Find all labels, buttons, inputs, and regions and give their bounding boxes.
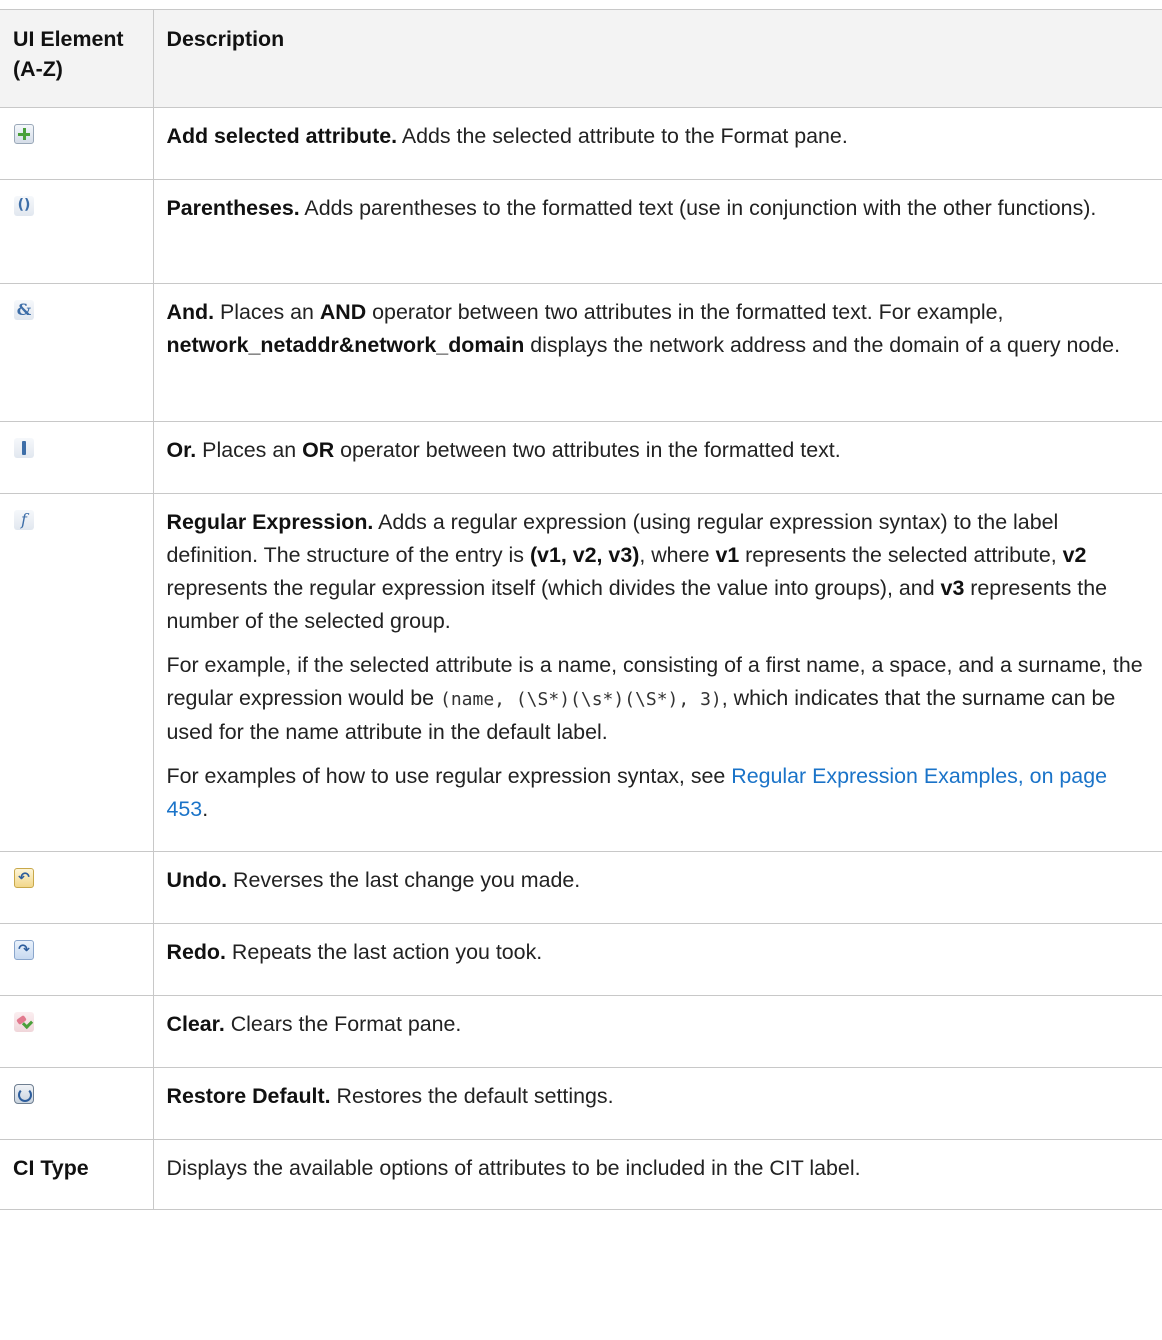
icon-cell	[0, 107, 153, 180]
description-paragraph: For example, if the selected attribute i…	[167, 649, 1155, 749]
text-span: represents the regular expression itself…	[166, 576, 941, 600]
description-cell: Undo. Reverses the last change you made.	[152, 851, 1162, 924]
description-text: Clear. Clears the Format pane.	[167, 1008, 1155, 1041]
row-title: Clear.	[166, 1012, 225, 1036]
icon-cell	[0, 421, 153, 494]
description-paragraph: For examples of how to use regular expre…	[167, 760, 1155, 826]
table-row: ↷ Redo. Repeats the last action you took…	[0, 923, 1162, 996]
table-row: ↶ Undo. Reverses the last change you mad…	[0, 851, 1162, 924]
clear-icon	[14, 1012, 34, 1032]
icon-cell	[0, 1067, 153, 1140]
description-text: Or. Places an OR operator between two at…	[167, 434, 1155, 467]
row-title: Restore Default.	[166, 1084, 331, 1108]
row-title: Parentheses.	[166, 196, 300, 220]
icon-cell	[0, 995, 153, 1068]
description-cell: Regular Expression. Adds a regular expre…	[152, 493, 1162, 852]
icon-cell: ↷	[0, 923, 153, 996]
row-text: Adds parentheses to the formatted text (…	[299, 196, 1097, 220]
header-description: Description	[152, 9, 1162, 108]
bold-span: AND	[319, 300, 367, 324]
description-cell: Displays the available options of attrib…	[152, 1139, 1162, 1210]
table-header-row: UI Element (A-Z) Description	[0, 9, 1162, 108]
or-operator-icon	[14, 438, 34, 458]
description-cell: Add selected attribute. Adds the selecte…	[152, 107, 1162, 180]
and-operator-icon: &	[14, 300, 34, 320]
bold-span: OR	[302, 438, 335, 462]
description-text: Undo. Reverses the last change you made.	[167, 864, 1155, 897]
text-span: For examples of how to use regular expre…	[166, 764, 732, 788]
text-span: operator between two attributes in the f…	[366, 300, 1004, 324]
regular-expression-icon: f	[14, 510, 34, 530]
bold-span: (v1, v2, v3)	[529, 543, 640, 567]
bold-span: network_netaddr&network_domain	[166, 333, 525, 357]
description-text: Parentheses. Adds parentheses to the for…	[167, 192, 1155, 225]
icon-cell: ↶	[0, 851, 153, 924]
description-text: Add selected attribute. Adds the selecte…	[167, 120, 1155, 153]
table-row: & And. Places an AND operator between tw…	[0, 283, 1162, 422]
description-cell: And. Places an AND operator between two …	[152, 283, 1162, 422]
description-cell: Redo. Repeats the last action you took.	[152, 923, 1162, 996]
description-text: And. Places an AND operator between two …	[167, 296, 1155, 362]
description-cell: Restore Default. Restores the default se…	[152, 1067, 1162, 1140]
row-title: Or.	[166, 438, 197, 462]
text-span: , where	[639, 543, 716, 567]
row-title: Redo.	[166, 940, 226, 964]
text-span: represents the selected attribute,	[739, 543, 1063, 567]
icon-cell: f	[0, 493, 153, 852]
bold-span: v3	[940, 576, 965, 600]
row-title: Undo.	[166, 868, 228, 892]
table-row: f Regular Expression. Adds a regular exp…	[0, 493, 1162, 852]
text-span: Places an	[196, 438, 303, 462]
add-attribute-icon	[14, 124, 34, 144]
row-title: Add selected attribute.	[166, 124, 398, 148]
description-text: Restore Default. Restores the default se…	[167, 1080, 1155, 1113]
text-span: operator between two attributes in the f…	[334, 438, 841, 462]
icon-cell: ()	[0, 179, 153, 284]
row-title: And.	[166, 300, 215, 324]
parentheses-icon: ()	[14, 196, 34, 216]
header-ui-element: UI Element (A-Z)	[0, 9, 153, 108]
icon-cell: &	[0, 283, 153, 422]
ui-element-reference-table: UI Element (A-Z) Description Add selecte…	[0, 9, 1162, 1210]
bold-span: v1	[715, 543, 740, 567]
bold-span: v2	[1062, 543, 1087, 567]
row-text: Reverses the last change you made.	[227, 868, 581, 892]
table-row: Restore Default. Restores the default se…	[0, 1067, 1162, 1140]
table-row: CI Type Displays the available options o…	[0, 1139, 1162, 1210]
description-cell: Or. Places an OR operator between two at…	[152, 421, 1162, 494]
description-text: Displays the available options of attrib…	[166, 1156, 861, 1180]
description-cell: Clear. Clears the Format pane.	[152, 995, 1162, 1068]
table-row: () Parentheses. Adds parentheses to the …	[0, 179, 1162, 284]
restore-default-icon	[14, 1084, 34, 1104]
undo-icon: ↶	[14, 868, 34, 888]
text-span: .	[202, 797, 209, 821]
table-row: Add selected attribute. Adds the selecte…	[0, 107, 1162, 180]
description-paragraph: Regular Expression. Adds a regular expre…	[167, 506, 1155, 638]
redo-icon: ↷	[14, 940, 34, 960]
table-row: Clear. Clears the Format pane.	[0, 995, 1162, 1068]
code-snippet: (name, (\S*)(\s*)(\S*), 3)	[439, 689, 722, 710]
row-text: Repeats the last action you took.	[225, 940, 543, 964]
row-text: Adds the selected attribute to the Forma…	[397, 124, 848, 148]
description-text: Redo. Repeats the last action you took.	[167, 936, 1155, 969]
description-cell: Parentheses. Adds parentheses to the for…	[152, 179, 1162, 284]
row-text: Clears the Format pane.	[224, 1012, 462, 1036]
row-title: Regular Expression.	[166, 510, 374, 534]
table-row: Or. Places an OR operator between two at…	[0, 421, 1162, 494]
ui-element-label: CI Type	[0, 1139, 153, 1210]
row-text: Restores the default settings.	[330, 1084, 614, 1108]
text-span: displays the network address and the dom…	[524, 333, 1121, 357]
text-span: Places an	[214, 300, 320, 324]
